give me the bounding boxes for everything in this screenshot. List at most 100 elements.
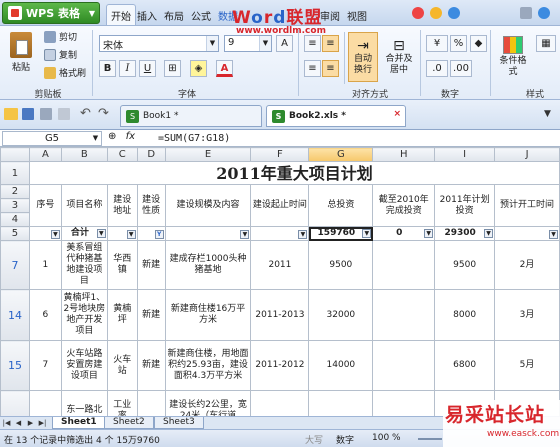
table-cell[interactable] (372, 340, 436, 391)
cut-button[interactable]: 剪切 (44, 30, 77, 43)
table-cell[interactable]: 6800 (434, 340, 496, 391)
sheet-tab-sheet1[interactable]: Sheet1 (52, 417, 106, 429)
table-cell[interactable] (136, 390, 166, 416)
filter-dropdown-icon[interactable]: ▼ (549, 229, 558, 239)
filter-dropdown-icon[interactable]: ▼ (240, 229, 250, 239)
header-cell[interactable]: 总投资 (308, 184, 374, 227)
table-cell[interactable]: 9500 (308, 240, 374, 290)
paste-button[interactable]: 粘贴 (6, 32, 36, 73)
column-header[interactable]: G (308, 147, 374, 162)
row-header[interactable]: 5 (0, 226, 30, 241)
column-header[interactable]: I (434, 147, 496, 162)
row-header[interactable]: 4 (0, 212, 30, 227)
redo-icon[interactable]: ↷ (98, 106, 109, 121)
table-cell[interactable] (372, 289, 436, 341)
font-name-select[interactable]: 宋体 ▼ (99, 35, 219, 52)
total-investment-cell[interactable]: 159760 ▼ (308, 226, 374, 241)
table-cell[interactable]: 建成存栏1000头种猪基地 (164, 240, 252, 290)
filter-dropdown-icon[interactable]: ▼ (50, 229, 60, 239)
table-cell[interactable]: 14000 (308, 340, 374, 391)
help-icon[interactable] (448, 7, 460, 19)
column-header[interactable]: C (106, 147, 138, 162)
print-icon[interactable] (40, 108, 52, 120)
table-cell[interactable]: 黄楠坪 (106, 289, 138, 341)
filter-cell[interactable]: ▼ (250, 226, 310, 241)
table-cell[interactable] (250, 390, 310, 416)
column-header[interactable]: F (250, 147, 310, 162)
row-header[interactable]: 7 (0, 240, 30, 290)
table-cell[interactable] (28, 390, 62, 416)
header-cell[interactable]: 预计开工时间 (494, 184, 560, 227)
font-color-button[interactable]: A (216, 60, 233, 77)
first-sheet-icon[interactable]: |◀ (2, 418, 11, 428)
format-painter-button[interactable]: 格式刷 (44, 66, 86, 79)
merge-center-button[interactable]: ⊟ 合并及居中 (382, 32, 416, 82)
filter-dropdown-icon[interactable]: ▼ (424, 229, 434, 238)
decrease-decimal-icon[interactable]: .00 (450, 60, 472, 77)
table-cell[interactable]: 新建商住楼，用地面积约25.93亩，建设面积4.3万平方米 (164, 340, 252, 391)
table-cell[interactable]: 新建 (136, 340, 166, 391)
filter-cell[interactable]: ▼ (28, 226, 62, 241)
header-cell[interactable]: 建设起止时间 (250, 184, 310, 227)
chevron-down-icon[interactable]: ▼ (259, 36, 271, 51)
row-header[interactable]: 15 (0, 340, 30, 391)
table-cell[interactable]: 新建 (136, 240, 166, 290)
header-cell[interactable]: 截至2010年完成投资 (372, 184, 436, 227)
header-cell[interactable]: 建设规模及内容 (164, 184, 252, 227)
skin-icon[interactable] (412, 7, 424, 19)
formula-input[interactable]: =SUM(G7:G18) (158, 131, 230, 146)
next-sheet-icon[interactable]: ▶ (26, 418, 35, 428)
chevron-down-icon[interactable]: ▼ (544, 109, 551, 119)
filter-cell[interactable]: ▼ (494, 226, 560, 241)
copy-button[interactable]: 复制 (44, 48, 77, 61)
comma-style-button[interactable]: ◆ (470, 35, 487, 52)
spreadsheet-grid[interactable]: A B C D E F G H I J 1 2011年重大项目计划 2 序号 项… (0, 147, 560, 416)
header-cell[interactable]: 2011年计划投资 (434, 184, 496, 227)
column-header[interactable]: H (372, 147, 436, 162)
header-cell[interactable]: 建设性质 (136, 184, 166, 227)
completed-investment-cell[interactable]: 0 ▼ (372, 226, 436, 241)
conditional-format-button[interactable]: 条件格式 (495, 32, 531, 82)
doc-tab-book2[interactable]: S Book2.xls * × (266, 105, 406, 127)
bold-button[interactable]: B (99, 60, 116, 77)
chevron-down-icon[interactable]: ▼ (90, 132, 101, 145)
sheet-tab-sheet2[interactable]: Sheet2 (104, 417, 154, 429)
table-cell[interactable]: 建设长约2公里，宽24米（车行道 (164, 390, 252, 416)
table-cell[interactable]: 5月 (494, 340, 560, 391)
tab-formula[interactable]: 公式 (187, 5, 215, 26)
table-cell[interactable] (372, 390, 436, 416)
save-icon[interactable] (22, 108, 34, 120)
align-middle-icon[interactable]: ≡ (322, 35, 339, 52)
table-cell[interactable]: 美系冒组代种猪基地建设项目 (60, 240, 108, 290)
table-cell[interactable] (308, 390, 374, 416)
table-cell[interactable]: 火车站路安置房建设项目 (60, 340, 108, 391)
fill-color-icon[interactable]: ◈ (190, 60, 207, 77)
align-center-icon[interactable]: ≡ (322, 60, 339, 77)
table-cell[interactable]: 火车站 (106, 340, 138, 391)
chevron-down-icon[interactable]: ▼ (206, 36, 218, 51)
filter-cell[interactable]: ▼ (164, 226, 252, 241)
minimize-ribbon-icon[interactable] (520, 7, 532, 19)
table-cell[interactable]: 东一路北 (60, 390, 108, 416)
italic-button[interactable]: I (119, 60, 136, 77)
column-header[interactable]: J (494, 147, 560, 162)
table-cell[interactable] (372, 240, 436, 290)
cell-style-icon[interactable]: ▦ (536, 35, 556, 52)
print-preview-icon[interactable] (58, 108, 70, 120)
table-cell[interactable]: 黄楠坪1、2号地块房地产开发项目 (60, 289, 108, 341)
zoom-slider[interactable] (418, 438, 442, 440)
table-cell[interactable]: 9500 (434, 240, 496, 290)
row-header[interactable]: 1 (0, 161, 30, 185)
grow-font-icon[interactable]: A (276, 35, 293, 52)
filter-cell[interactable]: ▼ (106, 226, 138, 241)
table-cell[interactable]: 2月 (494, 240, 560, 290)
totals-label-cell[interactable]: 合计 ▼ (60, 226, 108, 241)
currency-icon[interactable]: ¥ (426, 35, 448, 52)
tab-insert[interactable]: 插入 (133, 5, 161, 26)
filter-dropdown-icon[interactable]: ▼ (362, 229, 372, 238)
table-cell[interactable]: 2011 (250, 240, 310, 290)
table-cell[interactable]: 新建商住楼16万平方米 (164, 289, 252, 341)
table-cell[interactable]: 2011-2012 (250, 340, 310, 391)
table-cell[interactable]: 新建 (136, 289, 166, 341)
header-cell[interactable]: 序号 (28, 184, 62, 227)
